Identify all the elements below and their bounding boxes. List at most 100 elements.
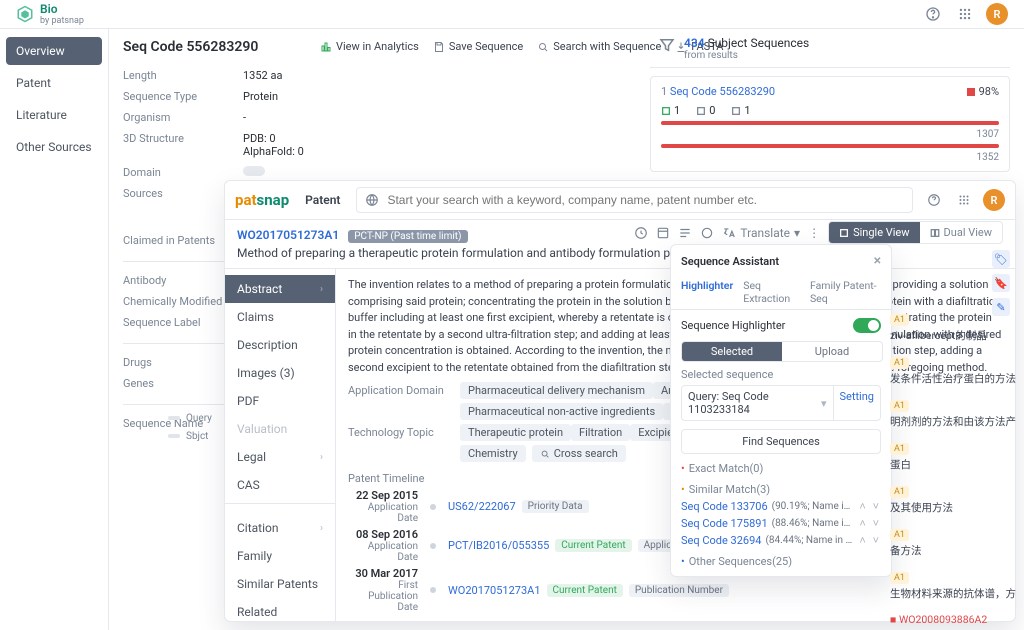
side-claims[interactable]: Claims	[225, 303, 335, 331]
search-input[interactable]	[385, 192, 904, 208]
patsnap-brand[interactable]: patsnap	[235, 191, 289, 209]
cn-row[interactable]: A1ziv-aflibercept的制品	[890, 312, 1020, 343]
value-seqtype: Protein	[243, 90, 643, 103]
save-sequence-button[interactable]: Save Sequence	[433, 40, 523, 53]
timeline-link[interactable]: PCT/IB2016/055355	[448, 539, 549, 552]
side-cas[interactable]: CAS	[225, 471, 335, 499]
cn-row[interactable]: A1发条件活性治疗蛋白的方法	[890, 355, 1020, 386]
cn-row[interactable]: A1生物材料来源的抗体谱，方	[890, 570, 1020, 601]
bio-topbar: Bio by patsnap R	[0, 0, 1024, 29]
tool-icon[interactable]	[700, 226, 714, 240]
subject-card[interactable]: 1 Seq Code 55628329098%10113071352	[650, 76, 1010, 172]
match-item[interactable]: Seq Code 32694(84.44%; Name in Docume…˄ …	[681, 534, 881, 547]
strip-icon[interactable]: 🏷	[992, 250, 1010, 268]
side-family[interactable]: Family	[225, 542, 335, 570]
tab-seq-extraction[interactable]: Seq Extraction	[743, 279, 800, 305]
help-icon[interactable]	[922, 3, 944, 25]
apps-icon[interactable]	[953, 189, 975, 211]
view-toggle: Single View Dual View	[828, 221, 1003, 244]
bio-brand[interactable]: Bio by patsnap	[16, 2, 84, 26]
sequence-assistant-panel: Sequence Assistant× Highlighter Seq Extr…	[670, 244, 892, 577]
cn-row[interactable]: A1备方法	[890, 527, 1020, 558]
legend: Query Sbjct	[168, 410, 212, 446]
patent-status-badge: PCT-NP (Past time limit)	[348, 230, 467, 243]
dual-view-button[interactable]: Dual View	[920, 222, 1002, 243]
side-abstract[interactable]: Abstract›	[225, 275, 335, 303]
cn-row[interactable]: A1蛋白	[890, 441, 1020, 472]
sidebar-item-patent[interactable]: Patent	[6, 69, 102, 97]
section-similar[interactable]: Similar Match(3)	[681, 483, 881, 496]
side-similar[interactable]: Similar Patents	[225, 570, 335, 598]
side-citation[interactable]: Citation›	[225, 514, 335, 542]
highlighter-toggle[interactable]	[853, 318, 881, 333]
find-sequences-button[interactable]: Find Sequences	[681, 429, 881, 454]
tag[interactable]: Pharmaceutical delivery mechanism	[460, 382, 653, 399]
bio-brand-sub: by patsnap	[40, 16, 84, 26]
timeline-link[interactable]: WO2017051273A1	[448, 584, 541, 597]
tool-icon[interactable]	[656, 226, 670, 240]
side-legal[interactable]: Legal›	[225, 443, 335, 471]
mode-selected[interactable]: Selected	[682, 342, 782, 361]
related-cn-list: A1ziv-aflibercept的制品 A1发条件活性治疗蛋白的方法 A1明剂剂的…	[890, 300, 1020, 630]
sequence-select[interactable]: Query: Seq Code 1103233184▾	[682, 386, 833, 420]
cn-row[interactable]: A1及其使用方法	[890, 484, 1020, 515]
label-selected-seq: Selected sequence	[681, 368, 881, 381]
close-icon[interactable]: ×	[874, 253, 881, 269]
side-pdf[interactable]: PDF	[225, 387, 335, 415]
tag[interactable]: Filtration	[571, 424, 630, 441]
search-sequence-button[interactable]: Search with Sequence	[537, 40, 661, 53]
label-3d: 3D Structure	[123, 132, 243, 158]
avatar[interactable]: R	[983, 189, 1005, 211]
tool-icon[interactable]	[678, 226, 692, 240]
avatar[interactable]: R	[986, 3, 1008, 25]
patent-sidebar: Abstract› Claims Description Images (3) …	[225, 269, 336, 622]
filter-icon[interactable]	[658, 36, 676, 54]
apps-icon[interactable]	[954, 3, 976, 25]
subject-count: 434	[684, 36, 705, 50]
bio-sidebar: Overview Patent Literature Other Sources	[0, 29, 109, 630]
patent-toolbar: Translate ▾ ⋮ Single View Dual View	[634, 221, 1003, 244]
setting-link[interactable]: Setting	[833, 386, 881, 420]
tab-highlighter[interactable]: Highlighter	[681, 279, 733, 305]
section-other[interactable]: Other Sequences(25)	[681, 555, 881, 568]
section-exact[interactable]: Exact Match(0)	[681, 462, 881, 475]
sidebar-item-overview[interactable]: Overview	[6, 37, 102, 65]
cn-row[interactable]: A1明剂剂的方法和由该方法产	[890, 398, 1020, 429]
tag[interactable]: Therapeutic protein	[460, 424, 571, 441]
tag[interactable]: Pharmaceutical non-active ingredients	[460, 403, 663, 420]
side-images[interactable]: Images (3)	[225, 359, 335, 387]
strip-icon[interactable]: 🔖	[992, 274, 1010, 292]
domain-pill	[243, 166, 265, 176]
tab-patent[interactable]: Patent	[299, 189, 346, 211]
cn-last[interactable]: ■ WO2008093886A2	[890, 613, 1020, 626]
view-analytics-button[interactable]: View in Analytics	[320, 40, 419, 53]
tab-family[interactable]: Family Patent-Seq	[810, 279, 881, 305]
help-icon[interactable]	[923, 189, 945, 211]
label-organism: Organism	[123, 111, 243, 124]
bio-brand-title: Bio	[40, 2, 84, 16]
tool-icon[interactable]	[634, 226, 648, 240]
sidebar-item-literature[interactable]: Literature	[6, 101, 102, 129]
match-item[interactable]: Seq Code 133706(90.19%; Name in Docum…˄ …	[681, 500, 881, 513]
label-seqtype: Sequence Type	[123, 90, 243, 103]
label-length: Length	[123, 69, 243, 82]
sidebar-item-other[interactable]: Other Sources	[6, 133, 102, 161]
translate-button[interactable]: Translate ▾	[722, 226, 800, 240]
single-view-button[interactable]: Single View	[829, 222, 919, 243]
cross-search-button[interactable]: Cross search	[532, 445, 626, 462]
patent-search[interactable]	[356, 187, 913, 213]
side-related[interactable]: Related Literature	[225, 598, 335, 622]
side-valuation: Valuation	[225, 415, 335, 443]
timeline-link[interactable]: US62/222067	[448, 500, 516, 513]
subject-sub: from results	[684, 50, 809, 61]
label-domain: Domain	[123, 166, 243, 179]
tag[interactable]: Chemistry	[460, 445, 526, 462]
mode-upload[interactable]: Upload	[782, 342, 882, 361]
match-item[interactable]: Seq Code 175891(88.46%; Name in Docume…˄…	[681, 517, 881, 530]
more-icon[interactable]: ⋮	[808, 226, 820, 240]
bio-logo-icon	[16, 5, 34, 23]
label-techtopic: Technology Topic	[348, 426, 454, 439]
side-description[interactable]: Description	[225, 331, 335, 359]
patent-code[interactable]: WO2017051273A1	[237, 228, 339, 242]
legend-query: Query	[168, 410, 212, 428]
